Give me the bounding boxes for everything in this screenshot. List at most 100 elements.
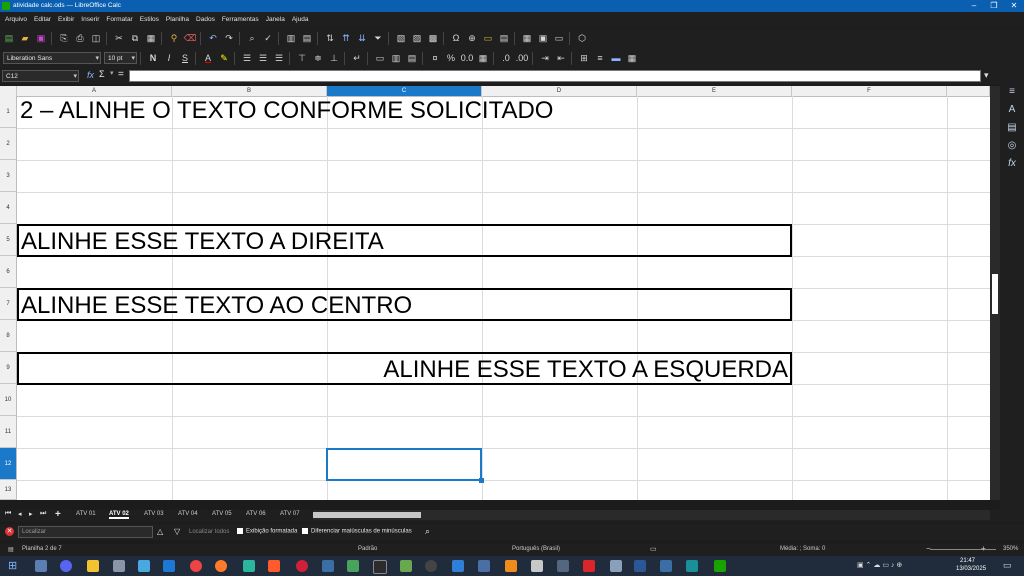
menu-planilha[interactable]: Planilha	[166, 16, 189, 23]
name-box[interactable]: C12	[2, 70, 79, 82]
spreadsheet-grid[interactable]: A B C D E F 1 2 3 4 5 6 7 8 9 10 11 12 1…	[0, 86, 990, 500]
export-pdf-icon[interactable]: ⎘	[57, 31, 71, 45]
sort-asc-icon[interactable]: ⇈	[339, 31, 353, 45]
highlight-icon[interactable]: ✎	[217, 51, 231, 65]
row-header-1[interactable]: 1	[0, 96, 17, 128]
merged-cell-row-9[interactable]: ALINHE ESSE TEXTO A ESQUERDA	[17, 352, 792, 385]
clear-format-icon[interactable]: ⌫	[183, 31, 197, 45]
row-header-7[interactable]: 7	[0, 288, 17, 320]
app-icon-6[interactable]	[373, 560, 387, 574]
column-header-g[interactable]	[947, 86, 990, 96]
formula-equals-icon[interactable]: =	[118, 69, 124, 80]
close-find-icon[interactable]: ✕	[5, 527, 14, 536]
styles-icon[interactable]: ▤	[1006, 122, 1018, 134]
italic-button[interactable]: I	[162, 51, 176, 65]
chart-icon[interactable]: ▨	[410, 31, 424, 45]
word-icon[interactable]	[634, 560, 646, 572]
spelling-icon[interactable]: ✓	[261, 31, 275, 45]
row-header-2[interactable]: 2	[0, 128, 17, 160]
menu-editar[interactable]: Editar	[34, 16, 51, 23]
menu-ferramentas[interactable]: Ferramentas	[222, 16, 259, 23]
app-icon-3[interactable]	[163, 560, 175, 572]
sheet-tab-atv04[interactable]: ATV 04	[178, 511, 198, 517]
discord-icon[interactable]	[60, 560, 72, 572]
merged-cell-row-7[interactable]: ALINHE ESSE TEXTO AO CENTRO	[17, 288, 792, 321]
column-header-b[interactable]: B	[172, 86, 327, 96]
wrap-text-icon[interactable]: ↵	[350, 51, 364, 65]
row-header-13[interactable]: 13	[0, 480, 17, 500]
brave-icon[interactable]	[268, 560, 280, 572]
row-header-5[interactable]: 5	[0, 224, 17, 256]
column-header-d[interactable]: D	[482, 86, 637, 96]
header-footer-icon[interactable]: ▤	[497, 31, 511, 45]
zoom-slider[interactable]	[930, 549, 996, 550]
conditional-format-icon[interactable]: ▦	[625, 51, 639, 65]
task-view-icon[interactable]	[35, 560, 47, 572]
language[interactable]: Português (Brasil)	[512, 546, 560, 552]
menu-janela[interactable]: Janela	[266, 16, 285, 23]
paste-icon[interactable]: ▦	[144, 31, 158, 45]
select-all-corner[interactable]	[0, 86, 17, 96]
row-header-3[interactable]: 3	[0, 160, 17, 192]
cell-a1-title[interactable]: 2 – ALINHE O TEXTO CONFORME SOLICITADO	[20, 97, 553, 125]
app-icon-10[interactable]	[531, 560, 543, 572]
sum-dropdown-icon[interactable]: ▾	[110, 69, 114, 77]
last-sheet-icon[interactable]: ⏭	[40, 510, 46, 518]
font-name-box[interactable]: Liberation Sans	[3, 52, 101, 64]
edge-icon[interactable]	[243, 560, 255, 572]
add-sheet-icon[interactable]: +	[55, 509, 61, 520]
app-icon-9[interactable]	[478, 560, 490, 572]
align-top-icon[interactable]: ⊤	[295, 51, 309, 65]
merge-center-icon[interactable]: ▤	[405, 51, 419, 65]
column-header-e[interactable]: E	[637, 86, 792, 96]
add-decimal-icon[interactable]: .0	[499, 51, 513, 65]
selection-summary[interactable]: Média: ; Soma: 0	[780, 546, 825, 552]
align-left-icon[interactable]: ☰	[240, 51, 254, 65]
menu-dados[interactable]: Dados	[196, 16, 215, 23]
save-icon[interactable]: ▣	[34, 31, 48, 45]
sidebar-menu-icon[interactable]: ≡	[1006, 86, 1018, 98]
outdent-icon[interactable]: ⇤	[554, 51, 568, 65]
clone-format-icon[interactable]: ⚲	[167, 31, 181, 45]
firefox-icon[interactable]	[215, 560, 227, 572]
bold-button[interactable]: N	[146, 51, 160, 65]
sheet-tab-atv06[interactable]: ATV 06	[246, 511, 266, 517]
clock-date[interactable]: 13/03/2025	[956, 566, 986, 572]
properties-icon[interactable]: A	[1006, 104, 1018, 116]
cut-icon[interactable]: ✂	[112, 31, 126, 45]
font-color-icon[interactable]: A	[201, 51, 215, 65]
formatted-display-checkbox[interactable]: Exibição formatada	[237, 528, 297, 535]
open-icon[interactable]: ▰	[18, 31, 32, 45]
freeze-icon[interactable]: ▣	[536, 31, 550, 45]
windows-start-icon[interactable]: ⊞	[8, 559, 17, 572]
notifications-icon[interactable]: ▭	[1003, 560, 1012, 571]
sheet-tab-atv07[interactable]: ATV 07	[280, 511, 300, 517]
pivot-icon[interactable]: ▩	[426, 31, 440, 45]
selected-cell-c12[interactable]	[326, 448, 484, 483]
formula-input[interactable]	[129, 70, 981, 82]
sheet-tab-atv01[interactable]: ATV 01	[76, 511, 96, 517]
print-preview-icon[interactable]: ◫	[89, 31, 103, 45]
row-header-12[interactable]: 12	[0, 448, 17, 480]
find-input[interactable]: Localizar	[18, 526, 153, 538]
opera-icon[interactable]	[296, 560, 308, 572]
special-char-icon[interactable]: Ω	[449, 31, 463, 45]
font-size-box[interactable]: 10 pt	[104, 52, 137, 64]
app-icon-14[interactable]	[660, 560, 672, 572]
function-wizard-icon[interactable]: fx	[87, 70, 94, 80]
first-sheet-icon[interactable]: ⏮	[5, 510, 11, 518]
align-middle-icon[interactable]: ≑	[311, 51, 325, 65]
row-header-4[interactable]: 4	[0, 192, 17, 224]
tray-icons[interactable]: ▣ ⌃ ☁ ▭ ♪ ⊕	[857, 561, 902, 569]
row-header-8[interactable]: 8	[0, 320, 17, 352]
copy-icon[interactable]: ⧉	[128, 31, 142, 45]
align-right-icon[interactable]: ☰	[272, 51, 286, 65]
row-header-11[interactable]: 11	[0, 416, 17, 448]
menu-exibir[interactable]: Exibir	[58, 16, 74, 23]
align-bottom-icon[interactable]: ⊥	[327, 51, 341, 65]
horizontal-scroll-thumb[interactable]	[313, 512, 421, 518]
date-icon[interactable]: ▦	[476, 51, 490, 65]
find-replace-dialog-icon[interactable]: ⌕	[425, 526, 430, 537]
next-sheet-icon[interactable]: ▸	[29, 510, 33, 518]
vertical-scrollbar[interactable]	[990, 86, 1000, 500]
